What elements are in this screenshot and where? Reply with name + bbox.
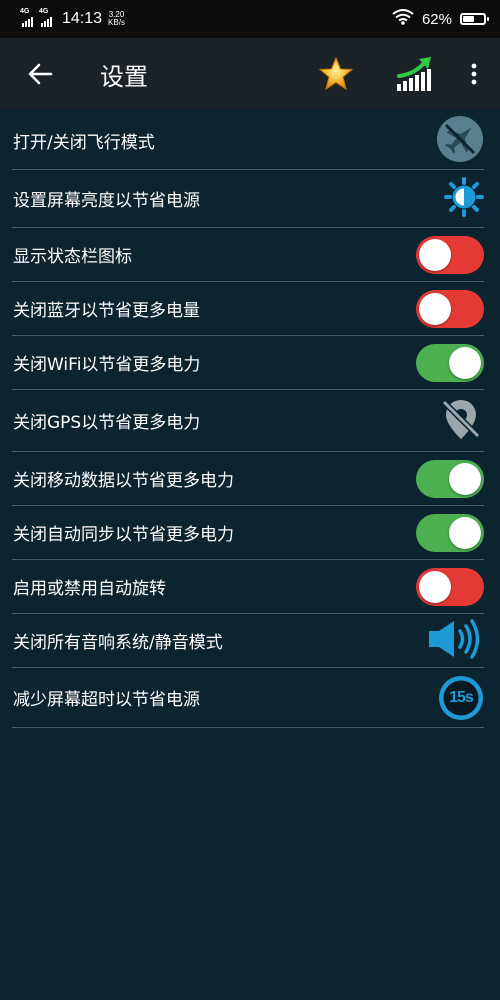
network-speed-unit: KB/s xyxy=(108,18,125,27)
status-bar-icon-toggle[interactable] xyxy=(416,235,484,274)
toggle-knob xyxy=(419,238,451,271)
toggle-knob xyxy=(419,292,451,325)
toggle-knob xyxy=(449,346,481,379)
wifi-icon xyxy=(392,9,414,29)
status-bar: 4G 4G 14:13 3.20 KB/s 62% xyxy=(0,0,500,38)
page-title: 设置 xyxy=(100,62,148,91)
setting-wifi[interactable]: 关闭WiFi以节省更多电力 xyxy=(12,336,484,390)
setting-label: 关闭移动数据以节省更多电力 xyxy=(13,471,234,491)
setting-gps[interactable]: 关闭GPS以节省更多电力 xyxy=(12,390,484,452)
setting-screen-brightness[interactable]: 设置屏幕亮度以节省电源 xyxy=(12,170,484,228)
setting-label: 关闭WiFi以节省更多电力 xyxy=(13,355,201,375)
mobile-data-toggle[interactable] xyxy=(416,459,484,498)
gps-off-icon[interactable] xyxy=(438,396,484,446)
sim2-signal-icon: 4G xyxy=(39,8,52,27)
arrow-left-icon[interactable] xyxy=(20,54,60,94)
auto-rotate-toggle[interactable] xyxy=(416,567,484,606)
more-vert-icon[interactable] xyxy=(462,54,486,94)
setting-label: 关闭自动同步以节省更多电力 xyxy=(13,525,234,545)
app-bar: 设置 xyxy=(0,38,500,110)
brightness-icon[interactable] xyxy=(444,176,484,221)
setting-auto-rotate[interactable]: 启用或禁用自动旋转 xyxy=(12,560,484,614)
airplane-mode-off-icon[interactable] xyxy=(436,115,484,167)
star-icon[interactable] xyxy=(316,54,356,94)
clock: 14:13 xyxy=(62,10,103,27)
setting-label: 减少屏幕超时以节省电源 xyxy=(13,690,200,710)
setting-status-bar-icon[interactable]: 显示状态栏图标 xyxy=(12,228,484,282)
setting-auto-sync[interactable]: 关闭自动同步以节省更多电力 xyxy=(12,506,484,560)
setting-label: 关闭所有音响系统/静音模式 xyxy=(13,633,223,653)
screen-timeout-icon[interactable]: 15s xyxy=(438,675,484,721)
setting-label: 关闭GPS以节省更多电力 xyxy=(13,413,201,433)
setting-mobile-data[interactable]: 关闭移动数据以节省更多电力 xyxy=(12,452,484,506)
battery-icon xyxy=(460,13,489,25)
settings-list: 打开/关闭飞行模式 设置屏幕亮度以节省电源 显示状态栏图标 关闭蓝牙以节省更多电… xyxy=(12,112,484,728)
sim1-network-type: 4G xyxy=(20,8,30,15)
sim1-signal-icon: 4G xyxy=(20,8,33,27)
toggle-knob xyxy=(419,570,451,603)
setting-label: 打开/关闭飞行模式 xyxy=(13,133,155,153)
setting-label: 关闭蓝牙以节省更多电量 xyxy=(13,301,200,321)
setting-screen-timeout[interactable]: 减少屏幕超时以节省电源 15s xyxy=(12,668,484,728)
setting-label: 显示状态栏图标 xyxy=(13,247,132,267)
signal-boost-icon[interactable] xyxy=(394,54,434,94)
screen-timeout-text: 15s xyxy=(449,688,474,706)
setting-mute-mode[interactable]: 关闭所有音响系统/静音模式 xyxy=(12,614,484,668)
bluetooth-toggle[interactable] xyxy=(416,289,484,328)
setting-bluetooth[interactable]: 关闭蓝牙以节省更多电量 xyxy=(12,282,484,336)
battery-percent: 62% xyxy=(421,10,452,28)
setting-label: 设置屏幕亮度以节省电源 xyxy=(13,191,200,211)
network-speed: 3.20 KB/s xyxy=(108,11,125,27)
sim2-network-type: 4G xyxy=(39,8,49,15)
auto-sync-toggle[interactable] xyxy=(416,513,484,552)
volume-icon[interactable] xyxy=(426,617,484,665)
wifi-toggle[interactable] xyxy=(416,343,484,382)
toggle-knob xyxy=(449,462,481,495)
setting-airplane-mode[interactable]: 打开/关闭飞行模式 xyxy=(12,112,484,170)
toggle-knob xyxy=(449,516,481,549)
setting-label: 启用或禁用自动旋转 xyxy=(13,579,166,599)
